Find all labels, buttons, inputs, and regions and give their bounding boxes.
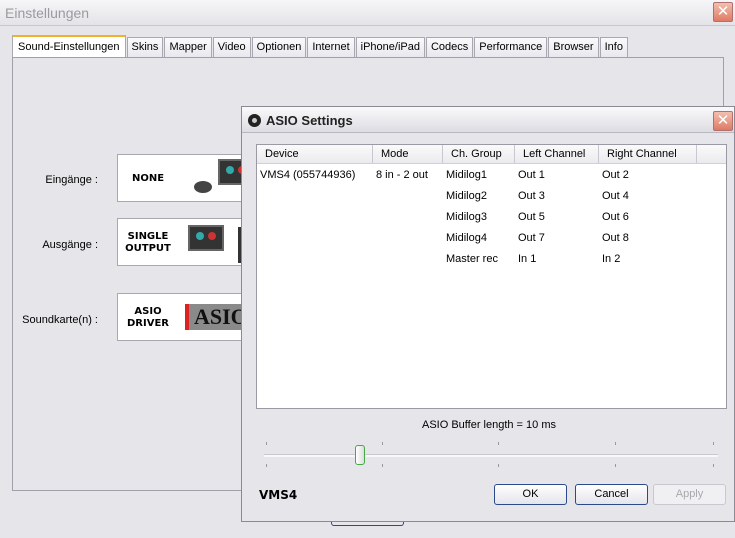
- table-row[interactable]: Midilog3 Out 5 Out 6: [257, 206, 726, 227]
- slider-thumb[interactable]: [354, 445, 365, 465]
- table-cell: Midilog1: [446, 168, 487, 181]
- apply-button[interactable]: Apply: [653, 484, 726, 505]
- window-title: Einstellungen: [5, 5, 90, 21]
- tab-bar: Sound-Einstellungen Skins Mapper Video Optio…: [12, 35, 629, 57]
- outputs-card[interactable]: SINGLE OUTPUT: [117, 218, 257, 266]
- slider-tick: [266, 442, 267, 445]
- slider-tick: [498, 442, 500, 445]
- soundcard-label: Soundkarte(n) :: [22, 314, 98, 326]
- title-bar: Einstellungen ✕: [0, 0, 735, 26]
- column-header[interactable]: Ch. Group: [443, 145, 515, 163]
- table-cell: Out 4: [602, 189, 629, 202]
- tab-iphone-ipad[interactable]: iPhone/iPad: [355, 37, 425, 57]
- buffer-slider[interactable]: [264, 442, 718, 472]
- tab-mapper[interactable]: Mapper: [164, 37, 212, 57]
- slider-tick: [614, 442, 616, 445]
- brand-label: VMS4: [259, 488, 298, 502]
- tab-optionen[interactable]: Optionen: [251, 37, 307, 57]
- table-cell: Midilog4: [446, 231, 487, 244]
- table-cell: Out 6: [602, 210, 629, 223]
- table-cell: Master rec: [446, 252, 498, 265]
- table-row[interactable]: Master rec In 1 In 2: [257, 248, 726, 269]
- device-list[interactable]: Device Mode Ch. Group Left Channel Right Cha…: [256, 144, 727, 409]
- tab-browser[interactable]: Browser: [548, 37, 599, 57]
- slider-tick: [382, 464, 384, 467]
- tab-sound-einstellungen[interactable]: Sound-Einstellungen: [12, 35, 126, 57]
- table-cell: Out 7: [518, 231, 545, 244]
- ok-button[interactable]: OK: [494, 484, 567, 505]
- soundcard-value-2: DRIVER: [127, 318, 169, 329]
- slider-tick: [498, 464, 500, 467]
- tab-internet[interactable]: Internet: [307, 37, 355, 57]
- table-cell: Out 1: [518, 168, 545, 181]
- table-cell: Midilog2: [446, 189, 487, 202]
- close-button[interactable]: ✕: [713, 2, 733, 22]
- table-row[interactable]: Midilog2 Out 3 Out 4: [257, 185, 726, 206]
- table-row[interactable]: Midilog4 Out 7 Out 8: [257, 227, 726, 248]
- table-cell: Out 5: [518, 210, 545, 223]
- tab-skins[interactable]: Skins: [126, 37, 164, 57]
- outputs-label: Ausgänge :: [42, 239, 98, 251]
- slider-tick: [614, 464, 616, 467]
- column-header[interactable]: Right Channel: [599, 145, 697, 163]
- table-cell: 8 in - 2 out: [376, 168, 428, 181]
- table-row[interactable]: VMS4 (055744936) 8 in - 2 out Midilog1 Out …: [257, 164, 726, 185]
- slider-tick: [382, 442, 384, 445]
- dialog-close-button[interactable]: ✕: [713, 111, 733, 131]
- slider-track: [264, 454, 718, 457]
- slider-tick: [713, 464, 714, 467]
- column-header[interactable]: Left Channel: [515, 145, 599, 163]
- table-cell: In 2: [602, 252, 621, 265]
- soundcard-value-1: ASIO: [134, 306, 162, 317]
- tab-performance[interactable]: Performance: [474, 37, 548, 57]
- outputs-value-1: SINGLE: [127, 231, 169, 242]
- buffer-label: ASIO Buffer length = 10 ms: [421, 419, 556, 431]
- outputs-value-2: OUTPUT: [125, 243, 171, 254]
- soundcard-card[interactable]: ASIO DRIVER ASIO: [117, 293, 257, 341]
- inputs-label: Eingänge :: [45, 174, 98, 186]
- table-cell: Out 2: [602, 168, 629, 181]
- column-header[interactable]: Device: [257, 145, 373, 163]
- tab-info[interactable]: Info: [599, 37, 628, 57]
- dialog-title: ASIO Settings: [266, 113, 353, 128]
- table-cell: In 1: [518, 252, 537, 265]
- table-cell: Midilog3: [446, 210, 487, 223]
- asio-settings-dialog: ASIO Settings ✕ Device Mode Ch. Group Left …: [241, 106, 735, 522]
- slider-tick: [713, 442, 714, 445]
- list-header: Device Mode Ch. Group Left Channel Right Cha…: [257, 145, 726, 164]
- table-cell: Out 8: [602, 231, 629, 244]
- mouse-icon: [194, 181, 212, 193]
- column-header[interactable]: Mode: [373, 145, 443, 163]
- slider-tick: [266, 464, 267, 467]
- table-cell: VMS4 (055744936): [260, 168, 356, 181]
- tab-video[interactable]: Video: [212, 37, 251, 57]
- dialog-title-bar: ASIO Settings ✕: [242, 107, 734, 133]
- tab-codecs[interactable]: Codecs: [425, 37, 474, 57]
- laptop-icon: [188, 225, 224, 251]
- cancel-button[interactable]: Cancel: [575, 484, 648, 505]
- inputs-card[interactable]: NONE: [117, 154, 257, 202]
- inputs-value: NONE: [131, 173, 165, 184]
- table-cell: Out 3: [518, 189, 545, 202]
- disc-icon: [248, 114, 261, 127]
